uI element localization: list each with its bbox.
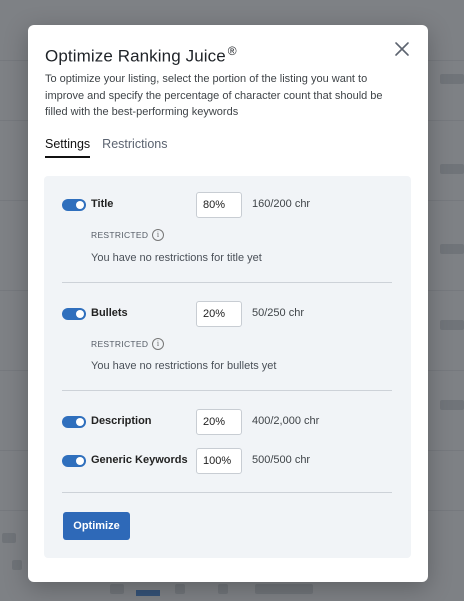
generic-keywords-percent-input[interactable] [196,448,242,474]
generic-keywords-toggle[interactable] [62,455,86,467]
title-restricted-label: RESTRICTED [91,230,149,240]
bullets-toggle[interactable] [62,308,86,320]
generic-keywords-label: Generic Keywords [91,454,188,466]
field-row-bullets: Bullets 50/250 chr [62,301,392,327]
tab-bar: Settings Restrictions [45,137,167,158]
description-toggle[interactable] [62,416,86,428]
bullets-restriction-text: You have no restrictions for bullets yet [91,360,277,372]
title-restriction-text: You have no restrictions for title yet [91,252,262,264]
title-percent-input[interactable] [196,192,242,218]
field-row-description: Description 400/2,000 chr [62,409,392,435]
modal-title: Optimize Ranking Juice ® [45,44,237,67]
divider [62,282,392,283]
divider [62,390,392,391]
bullets-percent-input[interactable] [196,301,242,327]
optimize-modal: Optimize Ranking Juice ® To optimize your… [28,25,428,582]
description-percent-input[interactable] [196,409,242,435]
bullets-restricted-label: RESTRICTED [91,339,149,349]
info-icon[interactable]: i [152,338,164,350]
field-row-generic-keywords: Generic Keywords 500/500 chr [62,448,392,474]
bullets-label: Bullets [91,307,128,319]
field-row-title: Title 160/200 chr [62,192,392,218]
divider [62,492,392,493]
description-char-count: 400/2,000 chr [252,415,320,427]
description-label: Description [91,415,152,427]
generic-keywords-char-count: 500/500 chr [252,454,311,466]
tab-settings[interactable]: Settings [45,137,91,158]
modal-title-text: Optimize Ranking Juice [45,46,226,66]
info-icon[interactable]: i [152,229,164,241]
registered-mark: ® [227,44,237,58]
bullets-char-count: 50/250 chr [252,307,304,319]
close-button[interactable] [394,41,410,57]
title-label: Title [91,198,114,210]
optimize-button[interactable]: Optimize [63,512,130,540]
close-icon [395,42,409,56]
title-char-count: 160/200 chr [252,198,311,210]
tab-restrictions[interactable]: Restrictions [102,137,167,158]
modal-description: To optimize your listing, select the por… [45,73,383,118]
settings-panel: Title 160/200 chr RESTRICTED i You have … [44,176,411,558]
title-toggle[interactable] [62,199,86,211]
